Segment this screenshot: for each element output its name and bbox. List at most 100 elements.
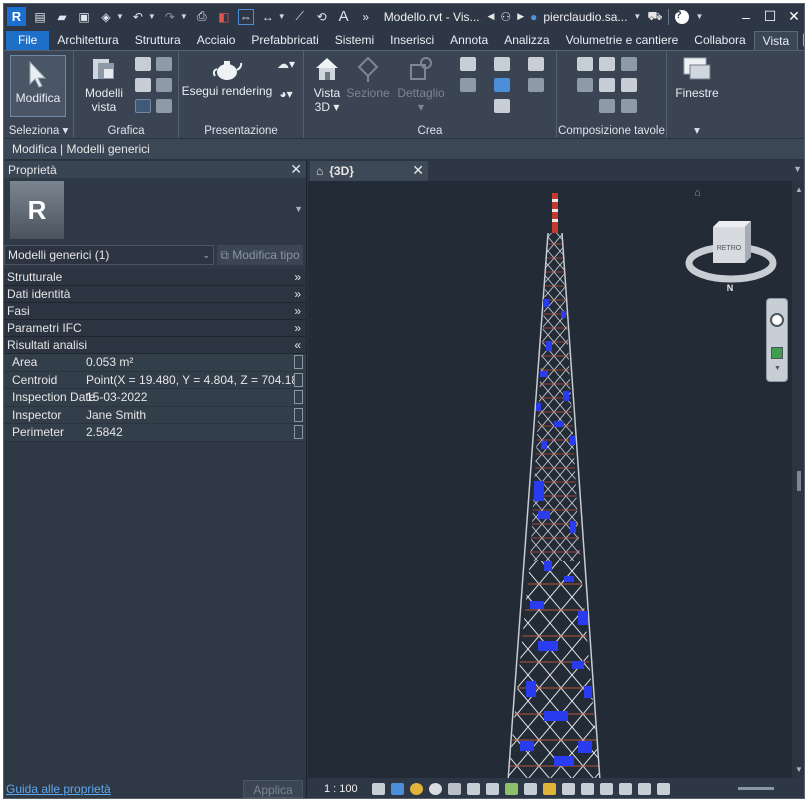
sync-icon[interactable]: ◈ bbox=[98, 9, 114, 25]
shadows-icon[interactable] bbox=[428, 783, 442, 795]
revisions-icon[interactable] bbox=[577, 78, 593, 92]
render-icon[interactable] bbox=[447, 783, 461, 795]
panel-expand-icon[interactable]: ▾ bbox=[667, 123, 727, 137]
matchline-icon[interactable] bbox=[621, 78, 637, 92]
rendering-button[interactable]: Esegui rendering bbox=[181, 57, 273, 98]
steering-wheel-icon[interactable] bbox=[770, 313, 784, 327]
vertical-scrollbar[interactable]: ▲ ▼ bbox=[792, 181, 804, 778]
tab-file[interactable]: File bbox=[6, 31, 50, 50]
scroll-down-icon[interactable]: ▼ bbox=[795, 765, 803, 774]
checkbox[interactable] bbox=[294, 355, 303, 370]
guide-grid-icon[interactable] bbox=[599, 78, 615, 92]
highlight-displacement-icon[interactable] bbox=[599, 783, 613, 795]
property-row[interactable]: Area 0.053 m² bbox=[4, 354, 306, 372]
tab-collabora[interactable]: Collabora bbox=[686, 31, 753, 50]
property-row[interactable]: Inspection Date 15-03-2022 bbox=[4, 389, 306, 407]
temp-hide-icon[interactable] bbox=[523, 783, 537, 795]
dimension-icon[interactable]: ↔ bbox=[260, 9, 276, 25]
checkbox[interactable] bbox=[294, 407, 303, 422]
measure-icon[interactable]: ⇔ bbox=[237, 8, 254, 25]
place-view-icon[interactable] bbox=[621, 57, 637, 71]
grid-icon[interactable] bbox=[599, 99, 615, 113]
crop-view-icon[interactable] bbox=[466, 783, 480, 795]
detail-level-icon[interactable] bbox=[371, 783, 385, 795]
thin-lines-icon[interactable] bbox=[135, 78, 151, 92]
view-scale[interactable]: 1 : 100 bbox=[324, 783, 358, 795]
cloud-render-icon[interactable]: ☁▾ bbox=[273, 57, 299, 71]
print-icon[interactable]: ⎙ bbox=[194, 9, 210, 25]
viewport-3d[interactable]: RETRO N ⌂ ▼ bbox=[308, 181, 792, 778]
checkbox[interactable] bbox=[294, 372, 303, 387]
group-label-seleziona[interactable]: Seleziona ▾ bbox=[4, 123, 73, 137]
close-view-icon[interactable]: ✕ bbox=[412, 162, 424, 179]
dettaglio-button[interactable]: Dettaglio ▾ bbox=[396, 55, 446, 114]
property-row[interactable]: Inspector Jane Smith bbox=[4, 406, 306, 424]
user-name[interactable]: pierclaudio.sa... bbox=[543, 10, 627, 24]
tab-struttura[interactable]: Struttura bbox=[127, 31, 189, 50]
drafting-view-icon[interactable] bbox=[460, 78, 476, 92]
chevron-right-icon[interactable]: ▶ bbox=[517, 11, 524, 22]
category-strutturale[interactable]: Strutturale» bbox=[4, 269, 306, 286]
view-properties-icon[interactable] bbox=[637, 783, 651, 795]
scrollbar-thumb[interactable] bbox=[797, 471, 801, 491]
tab-acciaio[interactable]: Acciaio bbox=[189, 31, 244, 50]
save-icon[interactable]: ▣ bbox=[76, 9, 92, 25]
visibility-graphics-icon[interactable] bbox=[135, 57, 151, 71]
maximize-icon[interactable]: ☐ bbox=[758, 4, 782, 29]
expand-icon[interactable]: » bbox=[358, 9, 374, 25]
tab-volumetrie[interactable]: Volumetrie e cantiere bbox=[558, 31, 687, 50]
unlock-view-icon[interactable] bbox=[504, 783, 518, 795]
revit-logo-icon[interactable]: R bbox=[7, 7, 26, 26]
apply-button[interactable]: Applica bbox=[243, 780, 303, 798]
type-dropdown-arrow-icon[interactable]: ▼ bbox=[294, 204, 303, 214]
close-properties-icon[interactable]: ✕ bbox=[290, 161, 302, 178]
open-icon[interactable]: ▰ bbox=[54, 9, 70, 25]
category-dati-identita[interactable]: Dati identità» bbox=[4, 286, 306, 303]
close-icon[interactable]: ✕ bbox=[782, 4, 804, 29]
export-icon[interactable]: ◧ bbox=[216, 9, 232, 25]
schedule-icon[interactable] bbox=[528, 57, 544, 71]
tab-inserisci[interactable]: Inserisci bbox=[382, 31, 442, 50]
cart-icon[interactable]: ⛟ bbox=[647, 9, 662, 25]
duplicate-view-icon[interactable] bbox=[494, 78, 510, 92]
chevron-left-icon[interactable]: ◀ bbox=[488, 11, 495, 22]
type-selector[interactable]: Modelli generici (1) ⌄ bbox=[4, 245, 214, 265]
text-icon[interactable]: A bbox=[336, 8, 352, 25]
tab-prefabbricati[interactable]: Prefabbricati bbox=[243, 31, 326, 50]
sezione-button[interactable]: Sezione bbox=[346, 55, 390, 100]
zoom-region-icon[interactable] bbox=[771, 347, 783, 359]
undo-icon[interactable]: ↶ bbox=[130, 9, 146, 25]
more-tabs-icon[interactable]: ⏩ bbox=[798, 31, 804, 50]
render-gallery-icon[interactable] bbox=[156, 99, 172, 113]
tab-architettura[interactable]: Architettura bbox=[49, 31, 126, 50]
property-row[interactable]: Perimeter 2.5842 bbox=[4, 424, 306, 442]
tab-vista[interactable]: Vista bbox=[753, 31, 799, 50]
vista-3d-button[interactable]: Vista 3D ▾ bbox=[308, 55, 346, 114]
modifica-button[interactable]: Modifica bbox=[10, 55, 66, 117]
viewcube[interactable]: RETRO N bbox=[683, 219, 779, 299]
sun-path-icon[interactable] bbox=[409, 783, 423, 795]
visual-style-icon[interactable] bbox=[390, 783, 404, 795]
checkbox[interactable] bbox=[294, 390, 303, 405]
legend-icon[interactable] bbox=[528, 78, 544, 92]
category-risultati-analisi[interactable]: Risultati analisi « bbox=[4, 337, 306, 354]
tab-3d-view[interactable]: ⌂ {3D} ✕ bbox=[310, 161, 428, 181]
sheet-icon[interactable] bbox=[577, 57, 593, 71]
checkbox[interactable] bbox=[294, 425, 303, 440]
tab-annota[interactable]: Annota bbox=[442, 31, 496, 50]
viewport-icon[interactable] bbox=[621, 99, 637, 113]
category-fasi[interactable]: Fasi» bbox=[4, 303, 306, 320]
finestre-button[interactable]: Finestre bbox=[669, 55, 725, 100]
tab-sistemi[interactable]: Sistemi bbox=[327, 31, 382, 50]
property-row[interactable]: Centroid Point(X = 19.480, Y = 4.804, Z =… bbox=[4, 371, 306, 389]
plan-view-icon[interactable] bbox=[460, 57, 476, 71]
redo-icon[interactable]: ↷ bbox=[162, 9, 178, 25]
crop-region-icon[interactable] bbox=[485, 783, 499, 795]
constraints-icon[interactable] bbox=[618, 783, 632, 795]
title-block-icon[interactable] bbox=[599, 57, 615, 71]
analytical-model-icon[interactable] bbox=[580, 783, 594, 795]
home-view-icon[interactable]: ⌂ bbox=[694, 187, 701, 199]
temp-view-icon[interactable] bbox=[656, 783, 670, 795]
view-list-icon[interactable]: ▼ bbox=[793, 164, 802, 174]
render-settings-icon[interactable]: ◕▾ bbox=[273, 87, 299, 101]
